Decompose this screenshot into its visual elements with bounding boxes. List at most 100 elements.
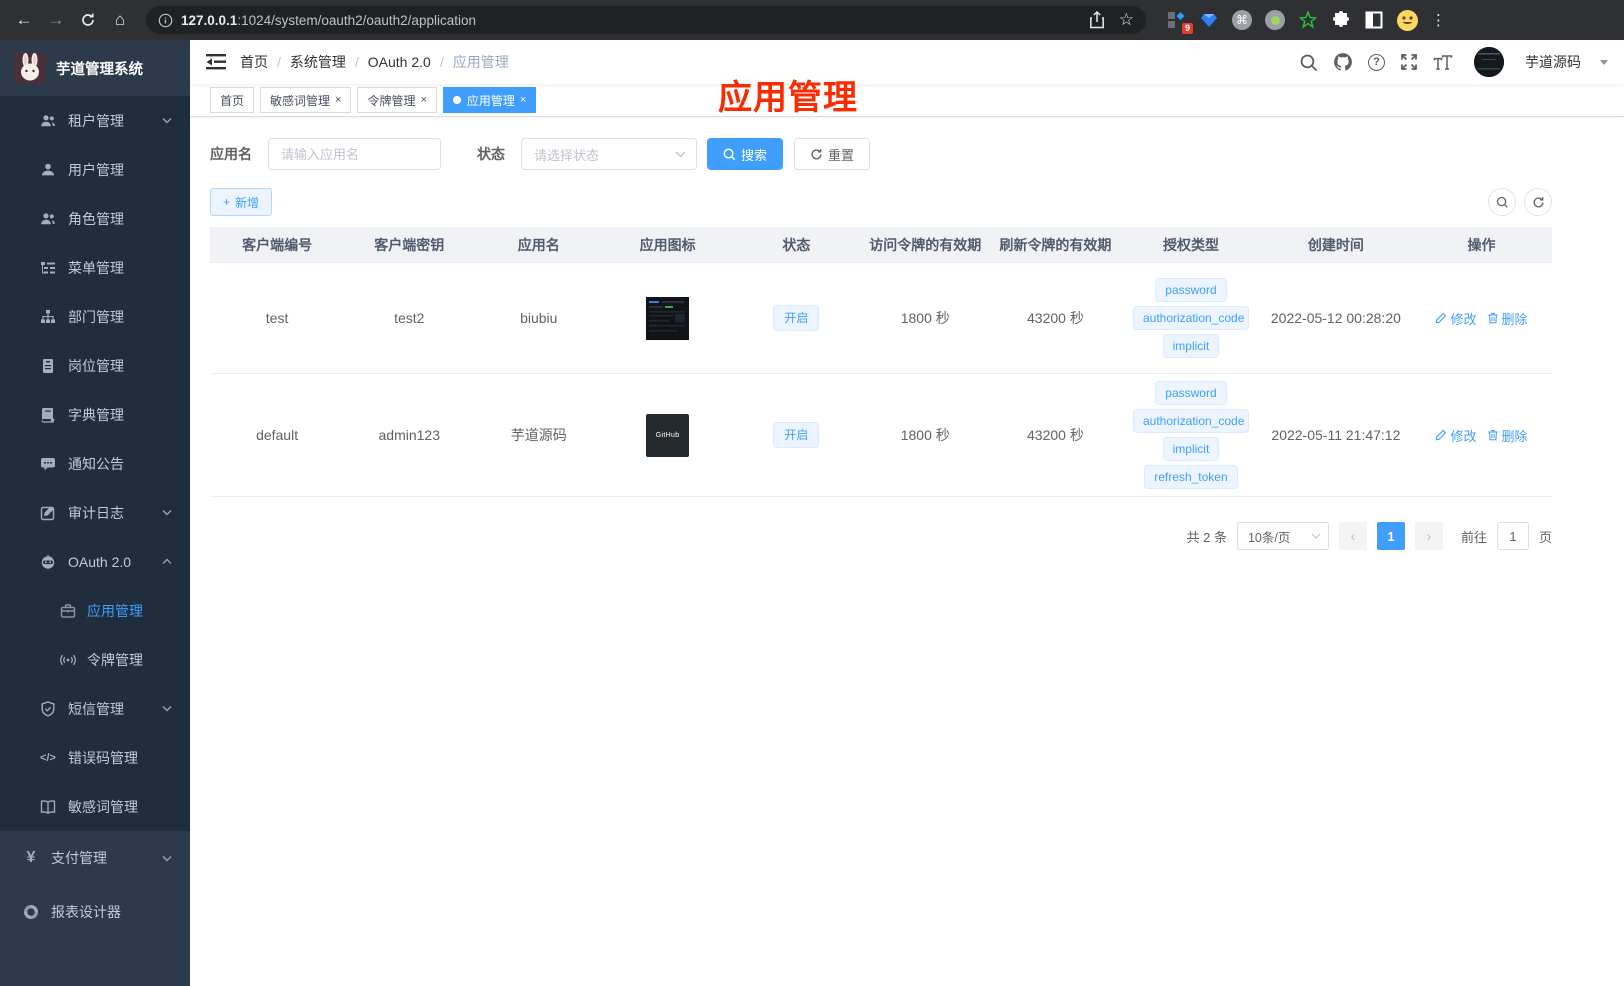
browser-forward-button[interactable]: →: [42, 6, 70, 34]
refresh-icon: [1532, 196, 1544, 207]
search-icon[interactable]: [1299, 53, 1318, 72]
sidebar-item-role[interactable]: 角色管理: [0, 194, 190, 243]
app-title: 芋道管理系统: [56, 61, 143, 78]
extension-star-icon[interactable]: [1298, 10, 1318, 30]
browser-toolbar: ← → ⌂ 127.0.0.1:1024/system/oauth2/oauth…: [0, 0, 1624, 40]
cell-created: 2022-05-12 00:28:20: [1270, 310, 1401, 326]
breadcrumb-oauth[interactable]: OAuth 2.0: [368, 54, 431, 70]
sidebar-item-oauth-application[interactable]: 应用管理: [0, 586, 190, 635]
search-button[interactable]: 搜索: [707, 138, 784, 170]
cell-secret: test2: [394, 310, 425, 326]
tab-application-mgmt[interactable]: 应用管理 ×: [442, 87, 537, 113]
app-logo-row[interactable]: 芋道管理系统: [0, 40, 190, 96]
edit-button[interactable]: 修改: [1435, 426, 1477, 445]
user-menu-caret-icon[interactable]: [1600, 60, 1608, 69]
refresh-table-button[interactable]: [1524, 188, 1552, 216]
sidebar-item-sensitive-word[interactable]: 敏感词管理: [0, 782, 190, 831]
grant-tag: password: [1155, 278, 1227, 302]
search-icon: [1496, 196, 1508, 208]
username-label[interactable]: 芋道源码: [1525, 52, 1581, 72]
sidebar-item-menu-mgmt[interactable]: 菜单管理: [0, 243, 190, 292]
sidebar-item-sms[interactable]: 短信管理: [0, 684, 190, 733]
cell-access-ttl: 1800 秒: [900, 310, 950, 326]
share-icon[interactable]: [1089, 11, 1105, 29]
extension-sidepanel-icon[interactable]: [1364, 10, 1384, 30]
next-page-button[interactable]: ›: [1414, 522, 1443, 550]
tab-close-icon[interactable]: ×: [520, 94, 526, 106]
pagination: 共 2 条 10条/页 ‹ 1 › 前往 页: [210, 522, 1552, 550]
col-client-id: 客户端编号: [242, 236, 313, 253]
sidebar-item-report-designer[interactable]: 报表设计器: [0, 885, 190, 939]
current-page-button[interactable]: 1: [1376, 522, 1405, 550]
app-name-label: 应用名: [210, 146, 252, 162]
edit-icon: [1436, 312, 1447, 324]
sidebar-item-oauth[interactable]: OAuth 2.0: [0, 537, 190, 586]
browser-menu-icon[interactable]: ⋮: [1431, 11, 1446, 29]
grant-tag: implicit: [1162, 437, 1220, 461]
extension-puzzle-icon[interactable]: [1331, 10, 1351, 30]
delete-button[interactable]: 删除: [1487, 426, 1528, 445]
app-icon-dashboard-thumbnail: [646, 296, 690, 340]
app-name-input[interactable]: [268, 138, 441, 170]
status-select[interactable]: 请选择状态: [521, 138, 697, 170]
cell-access-ttl: 1800 秒: [900, 427, 950, 443]
trash-icon: [1487, 430, 1498, 441]
page-size-select[interactable]: 10条/页: [1236, 522, 1329, 550]
help-icon[interactable]: ?: [1368, 53, 1385, 71]
chevron-down-icon: [1311, 533, 1321, 539]
delete-button[interactable]: 删除: [1487, 309, 1528, 328]
extension-badge: 9: [1181, 23, 1193, 34]
edit-button[interactable]: 修改: [1435, 309, 1477, 328]
browser-back-button[interactable]: ←: [10, 6, 38, 34]
tab-sensitive-word[interactable]: 敏感词管理 ×: [260, 87, 352, 113]
col-status: 状态: [782, 236, 811, 253]
col-access-ttl: 访问令牌的有效期: [869, 236, 982, 253]
top-navbar: 首页 / 系统管理 / OAuth 2.0 / 应用管理 ? 芋道源码: [190, 40, 1624, 84]
breadcrumb-system[interactable]: 系统管理: [290, 52, 346, 72]
extension-tabs-icon[interactable]: 9: [1166, 10, 1193, 34]
sidebar-menu-bottom: ¥ 支付管理 报表设计器: [0, 831, 190, 986]
extension-gem-icon[interactable]: [1199, 10, 1219, 30]
users-icon: [41, 212, 55, 224]
tab-label: 首页: [220, 93, 245, 108]
sidebar-item-payment[interactable]: ¥ 支付管理: [0, 831, 190, 885]
address-bar[interactable]: 127.0.0.1:1024/system/oauth2/oauth2/appl…: [146, 6, 1146, 34]
browser-reload-button[interactable]: [74, 6, 102, 34]
sidebar-item-dept[interactable]: 部门管理: [0, 292, 190, 341]
github-icon[interactable]: [1333, 52, 1353, 72]
reset-button[interactable]: 重置: [794, 138, 871, 170]
filter-form: 应用名 状态 请选择状态 搜索 重置: [210, 138, 1552, 170]
font-size-icon[interactable]: [1433, 54, 1453, 71]
add-button[interactable]: + 新增: [210, 188, 273, 216]
sidebar-item-user[interactable]: 用户管理: [0, 145, 190, 194]
grant-tag: implicit: [1162, 334, 1220, 358]
extension-command-icon[interactable]: ⌘: [1232, 10, 1252, 30]
sidebar-item-post[interactable]: 岗位管理: [0, 341, 190, 390]
message-icon: [41, 457, 55, 470]
tab-token-mgmt[interactable]: 令牌管理 ×: [357, 87, 437, 113]
site-info-icon[interactable]: [158, 13, 173, 28]
sidebar-item-tenant[interactable]: 租户管理: [0, 96, 190, 145]
edit-icon: [1436, 429, 1447, 441]
tab-close-icon[interactable]: ×: [420, 94, 426, 106]
extension-emoji-icon[interactable]: [1397, 9, 1418, 31]
bookmark-star-icon[interactable]: ☆: [1119, 10, 1134, 30]
tab-close-icon[interactable]: ×: [335, 94, 341, 106]
browser-home-button[interactable]: ⌂: [106, 6, 134, 34]
breadcrumb-home[interactable]: 首页: [240, 52, 268, 72]
toggle-search-button[interactable]: [1488, 188, 1516, 216]
user-avatar[interactable]: [1474, 47, 1504, 77]
sidebar-item-audit-log[interactable]: 审计日志: [0, 488, 190, 537]
sidebar-item-errcode[interactable]: </> 错误码管理: [0, 733, 190, 782]
sidebar-item-label: 部门管理: [68, 308, 124, 325]
sidebar-item-oauth-token[interactable]: 令牌管理: [0, 635, 190, 684]
extension-record-icon[interactable]: [1265, 10, 1285, 30]
sidebar-item-dict[interactable]: 字典管理: [0, 390, 190, 439]
sidebar-collapse-icon[interactable]: [206, 53, 226, 71]
prev-page-button[interactable]: ‹: [1338, 522, 1367, 550]
sidebar-item-notice[interactable]: 通知公告: [0, 439, 190, 488]
fullscreen-icon[interactable]: [1400, 53, 1418, 71]
tab-home[interactable]: 首页: [210, 87, 255, 113]
sidebar: 芋道管理系统 租户管理 用户管理 角色管理 菜单管理 部门管理 岗位管理 字典管…: [0, 40, 190, 986]
goto-page-input[interactable]: [1496, 522, 1529, 550]
